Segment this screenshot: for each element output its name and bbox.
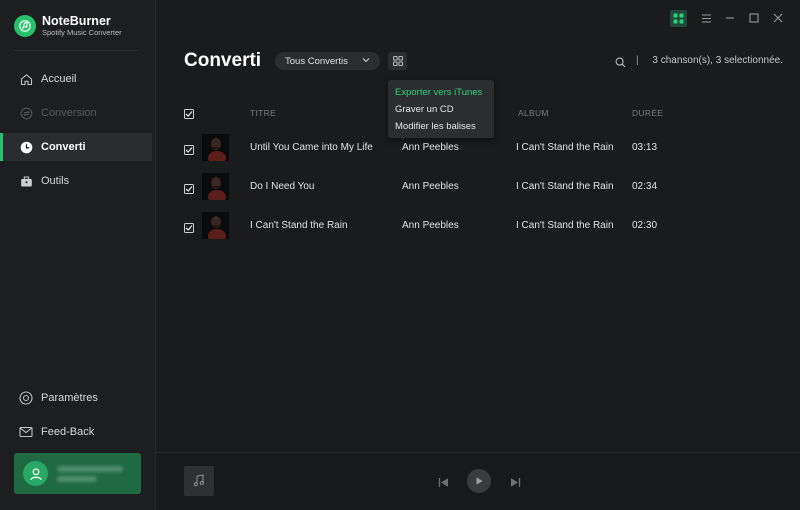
- sidebar-item-converti[interactable]: Converti: [0, 133, 152, 161]
- table-row[interactable]: Do I Need You Ann Peebles I Can't Stand …: [156, 173, 800, 209]
- album-cover-thumbnail: [202, 212, 229, 239]
- menu-item-export-itunes[interactable]: Exporter vers iTunes: [395, 87, 482, 98]
- sidebar-divider: [14, 50, 138, 51]
- page-title: Converti: [184, 50, 262, 71]
- close-icon[interactable]: [766, 9, 790, 27]
- blurred-account-info: [57, 462, 123, 486]
- track-album: I Can't Stand the Rain: [516, 142, 614, 153]
- track-title: Until You Came into My Life: [250, 142, 373, 153]
- conversion-icon: [19, 106, 33, 120]
- sidebar-item-feedback[interactable]: Feed-Back: [0, 418, 152, 446]
- album-cover-thumbnail: [202, 173, 229, 200]
- sidebar-item-label: Paramètres: [41, 392, 98, 404]
- app-subtitle: Spotify Music Converter: [42, 28, 122, 37]
- music-note-icon: [14, 15, 36, 37]
- actions-popup-menu: Exporter vers iTunes Graver un CD Modifi…: [388, 80, 494, 138]
- sidebar-item-label: Converti: [41, 141, 86, 153]
- now-playing-artwork: [184, 466, 214, 496]
- settings-icon: [19, 391, 33, 405]
- selection-count: 3 chanson(s), 3 selectionnée.: [652, 55, 783, 66]
- maximize-icon[interactable]: [742, 9, 766, 27]
- select-all-checkbox[interactable]: [184, 109, 194, 119]
- track-artist: Ann Peebles: [402, 181, 459, 192]
- avatar: [23, 461, 48, 486]
- column-header-album[interactable]: ALBUM: [518, 108, 549, 118]
- track-title: Do I Need You: [250, 181, 315, 192]
- toolbox-icon: [19, 174, 33, 188]
- grid-view-icon[interactable]: [670, 9, 687, 27]
- main-panel: Converti Tous Convertis | 3 chanson(s), …: [156, 0, 800, 510]
- track-duration: 03:13: [632, 142, 658, 153]
- search-icon[interactable]: [615, 55, 626, 73]
- track-artist: Ann Peebles: [402, 220, 459, 231]
- menu-item-burn-cd[interactable]: Graver un CD: [395, 104, 454, 115]
- table-row[interactable]: I Can't Stand the Rain Ann Peebles I Can…: [156, 212, 800, 248]
- sidebar-item-conversion[interactable]: Conversion: [0, 99, 152, 127]
- mail-icon: [19, 425, 33, 439]
- chevron-down-icon: [361, 55, 371, 68]
- column-header-title[interactable]: TITRE: [250, 108, 276, 118]
- sidebar-item-accueil[interactable]: Accueil: [0, 65, 152, 93]
- sidebar-item-label: Accueil: [41, 73, 77, 85]
- app-name: NoteBurner: [42, 14, 111, 28]
- sidebar-item-label: Outils: [41, 175, 70, 187]
- track-duration: 02:30: [632, 220, 658, 231]
- next-track-icon[interactable]: [508, 475, 522, 489]
- previous-track-icon[interactable]: [436, 475, 450, 489]
- minimize-icon[interactable]: [718, 9, 742, 27]
- window-controls: [670, 9, 790, 27]
- track-duration: 02:34: [632, 181, 658, 192]
- music-note-icon: [193, 474, 204, 487]
- track-album: I Can't Stand the Rain: [516, 181, 614, 192]
- sidebar-item-label: Conversion: [41, 107, 97, 119]
- toolbar-divider: |: [636, 55, 639, 66]
- filter-selected-value: Tous Convertis: [285, 55, 348, 67]
- user-account-card[interactable]: [14, 453, 141, 494]
- grid-icon: [392, 56, 403, 66]
- track-title: I Can't Stand the Rain: [250, 220, 348, 231]
- row-checkbox[interactable]: [184, 223, 194, 233]
- clock-icon: [19, 140, 33, 154]
- album-cover-thumbnail: [202, 134, 229, 161]
- menu-item-edit-tags[interactable]: Modifier les balises: [395, 121, 476, 132]
- sidebar: NoteBurner Spotify Music Converter Accue…: [0, 0, 156, 510]
- column-header-duration[interactable]: DURÉE: [632, 108, 663, 118]
- sidebar-item-label: Feed-Back: [41, 426, 95, 438]
- row-checkbox[interactable]: [184, 145, 194, 155]
- table-row[interactable]: Until You Came into My Life Ann Peebles …: [156, 134, 800, 170]
- home-icon: [19, 72, 33, 86]
- play-icon[interactable]: [467, 469, 491, 493]
- menu-icon[interactable]: [694, 9, 718, 27]
- track-artist: Ann Peebles: [402, 142, 459, 153]
- track-album: I Can't Stand the Rain: [516, 220, 614, 231]
- more-actions-button[interactable]: [388, 52, 407, 70]
- player-bar: [156, 452, 800, 510]
- sidebar-item-parametres[interactable]: Paramètres: [0, 384, 152, 412]
- filter-dropdown[interactable]: Tous Convertis: [275, 52, 380, 70]
- sidebar-item-outils[interactable]: Outils: [0, 167, 152, 195]
- row-checkbox[interactable]: [184, 184, 194, 194]
- app-logo: NoteBurner Spotify Music Converter: [14, 14, 122, 38]
- user-icon: [29, 467, 42, 480]
